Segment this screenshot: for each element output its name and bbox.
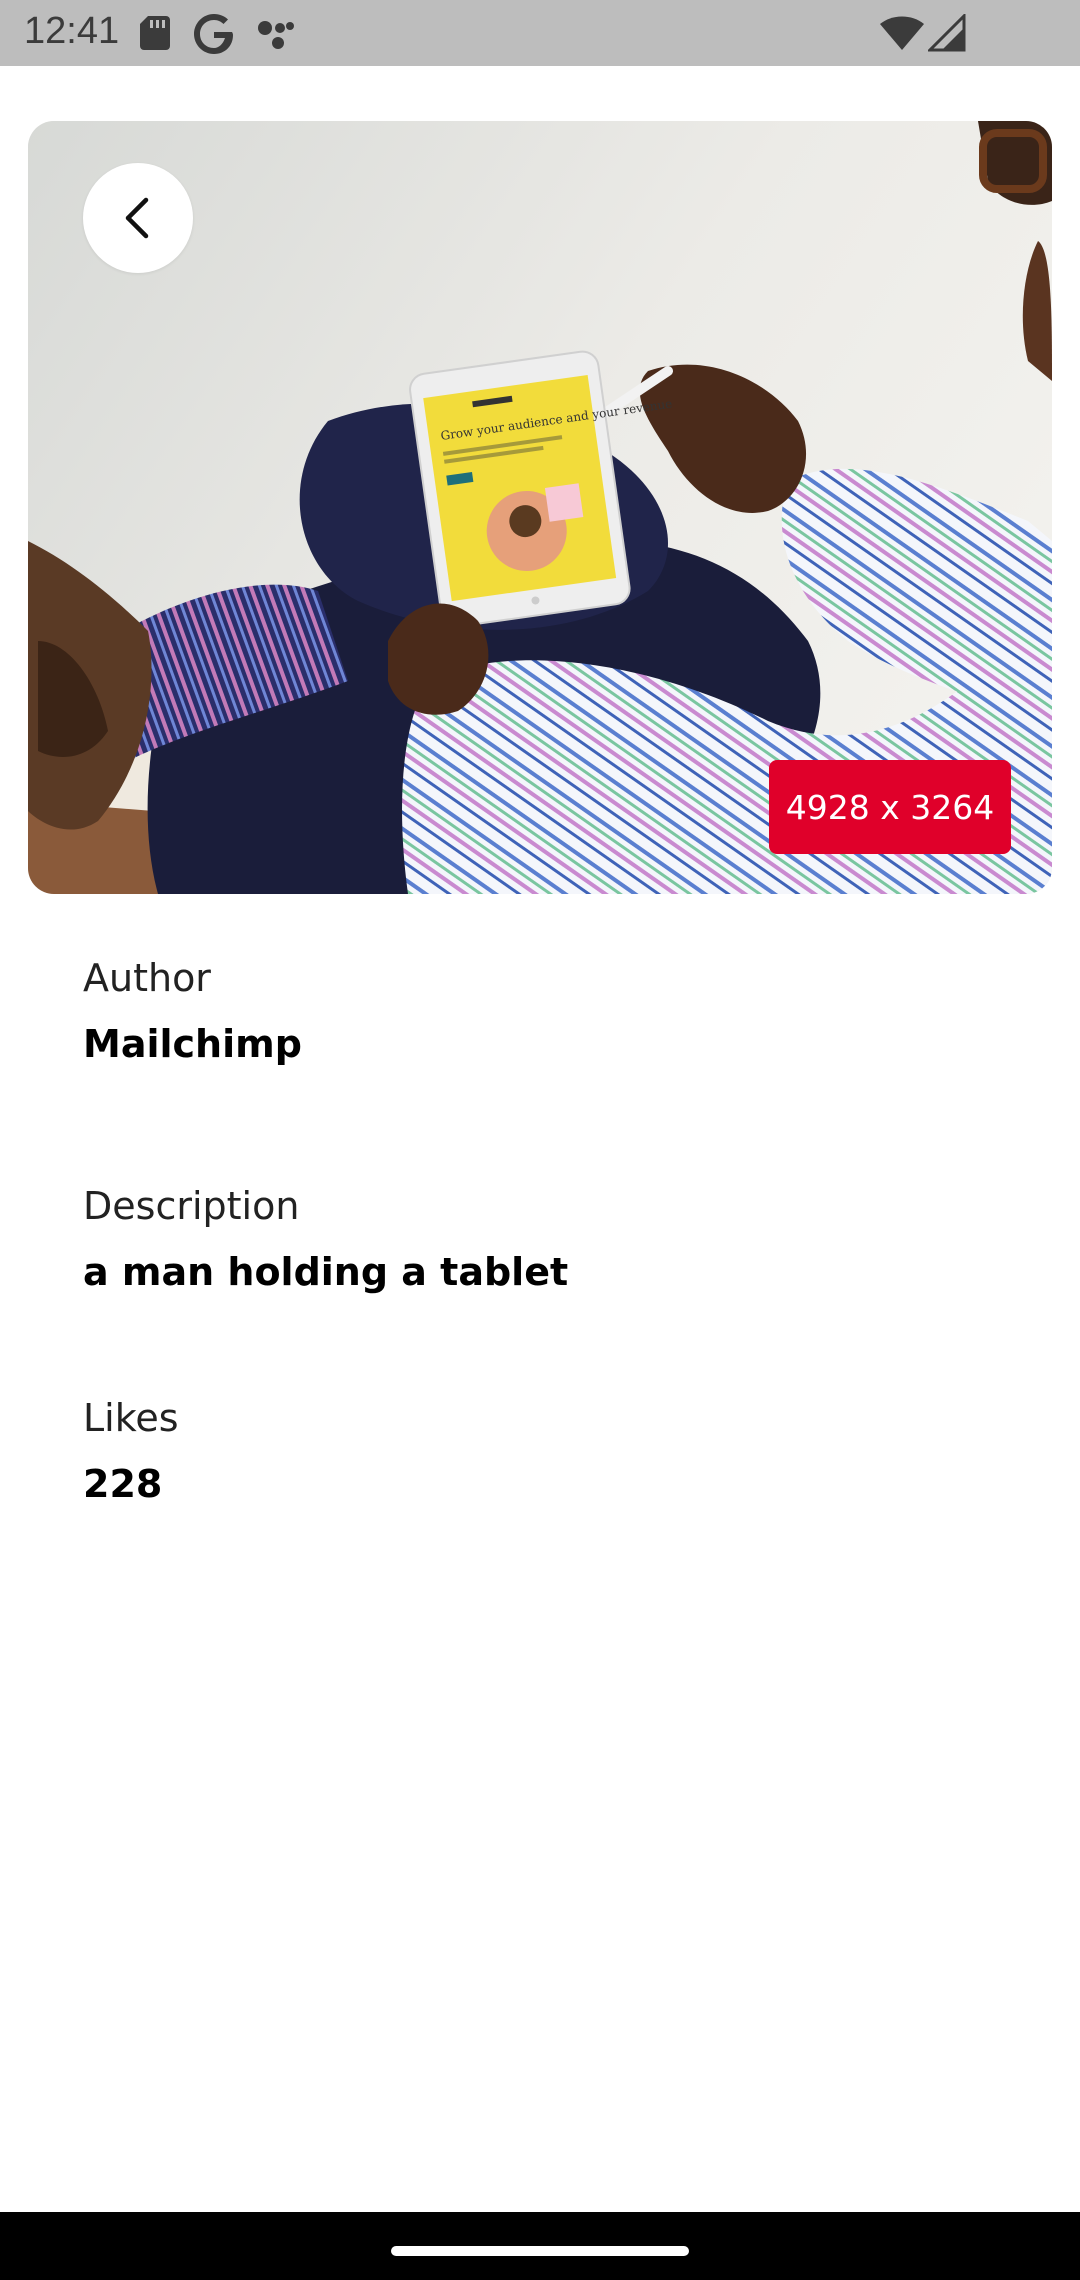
likes-value: 228 bbox=[83, 1462, 163, 1506]
navigation-bar bbox=[0, 2212, 1080, 2280]
chevron-left-icon bbox=[125, 197, 149, 239]
assistant-dots-icon bbox=[258, 21, 294, 49]
dimensions-badge: 4928 x 3264 bbox=[769, 760, 1011, 854]
home-gesture-handle[interactable] bbox=[391, 2246, 689, 2256]
likes-label: Likes bbox=[83, 1396, 179, 1440]
cell-signal-icon bbox=[928, 14, 966, 52]
author-value: Mailchimp bbox=[83, 1022, 302, 1066]
photo-detail-screen: 12:41 Grow your audience and your revenu… bbox=[0, 0, 1080, 2280]
description-value: a man holding a tablet bbox=[83, 1250, 569, 1294]
status-bar: 12:41 bbox=[0, 0, 1080, 66]
author-label: Author bbox=[83, 956, 211, 1000]
photo-details: Author Mailchimp Description a man holdi… bbox=[83, 950, 1003, 1512]
sd-card-icon bbox=[140, 16, 170, 50]
google-icon bbox=[194, 14, 233, 54]
description-label: Description bbox=[83, 1184, 300, 1228]
wifi-icon bbox=[880, 16, 924, 50]
status-time: 12:41 bbox=[24, 10, 120, 52]
back-button[interactable] bbox=[83, 163, 193, 273]
photo-preview[interactable]: Grow your audience and your revenue 4928… bbox=[28, 121, 1052, 894]
